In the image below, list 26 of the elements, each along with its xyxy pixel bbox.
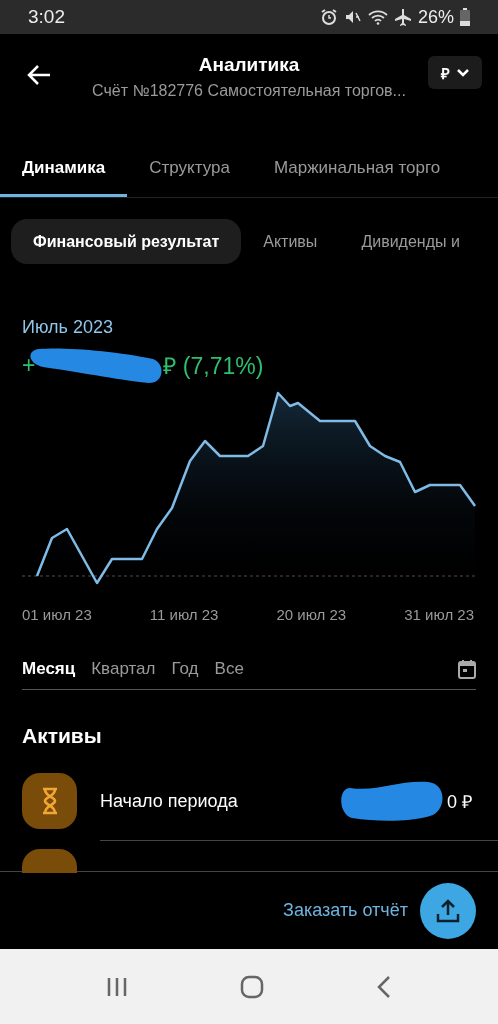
asset-value: 0 ₽	[447, 791, 472, 813]
filter-chip[interactable]: Активы	[241, 219, 340, 264]
status-time: 3:02	[28, 6, 65, 28]
period-tab[interactable]: Квартал	[91, 659, 172, 679]
axis-label: 01 июл 23	[22, 606, 92, 623]
axis-label: 11 июл 23	[149, 606, 219, 623]
asset-label: Начало периода	[100, 790, 238, 812]
axis-label: 20 июл 23	[276, 606, 347, 623]
result-value: ₽ (7,71%)	[163, 352, 264, 381]
result-sign: +	[22, 351, 36, 379]
screen-title: Аналитика	[198, 54, 300, 76]
filter-chip[interactable]: Дивиденды и	[339, 219, 460, 264]
battery-percent: 26%	[417, 6, 454, 28]
tab[interactable]: Маржинальная торго	[251, 142, 441, 197]
period-tab[interactable]: Год	[171, 659, 215, 679]
currency-dropdown[interactable]: ₽	[428, 56, 482, 89]
tab[interactable]: Структура	[127, 142, 252, 197]
period-tab[interactable]: Месяц	[22, 659, 92, 679]
account-subtitle: Счёт №182776 Самостоятельная торгов...	[92, 82, 406, 100]
axis-label: 31 июл 23	[404, 606, 474, 623]
order-report-link[interactable]: Заказать отчёт	[283, 900, 408, 921]
period-label: Июль 2023	[22, 317, 114, 338]
section-title: Активы	[22, 724, 103, 748]
period-tab[interactable]: Все	[214, 659, 260, 679]
tab[interactable]: Динамика	[0, 142, 128, 197]
filter-chip[interactable]: Финансовый результат	[11, 219, 242, 264]
